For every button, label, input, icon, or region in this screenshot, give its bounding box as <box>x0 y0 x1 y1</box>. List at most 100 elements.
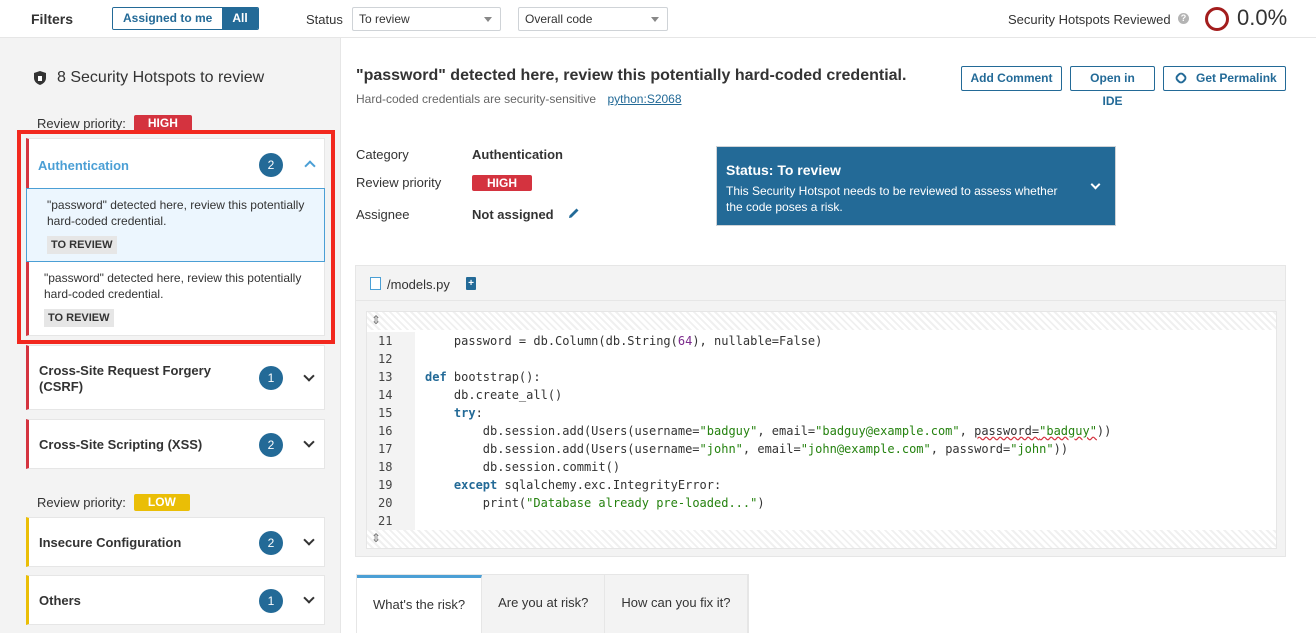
open-in-ide-button[interactable]: Open in IDE <box>1070 66 1155 108</box>
chevron-down-icon[interactable] <box>1090 179 1101 190</box>
get-permalink-label: Get Permalink <box>1196 71 1277 85</box>
code-snippet: ⇕ 11 password = db.Column(db.String(64),… <box>366 311 1277 549</box>
category-title: Insecure Configuration <box>39 535 182 550</box>
line-number: 17 <box>367 440 415 458</box>
line-number: 12 <box>367 350 415 368</box>
status-panel[interactable]: Status: To review This Security Hotspot … <box>716 146 1116 226</box>
line-number: 19 <box>367 476 415 494</box>
expand-icon: ⇕ <box>371 531 382 545</box>
status-description: This Security Hotspot needs to be review… <box>726 184 1058 214</box>
chevron-down-icon[interactable] <box>303 370 315 382</box>
all-button[interactable]: All <box>222 8 258 29</box>
line-source: except sqlalchemy.exc.IntegrityError: <box>453 478 722 492</box>
code-line: 11 password = db.Column(db.String(64), n… <box>367 332 1276 350</box>
status-select[interactable]: To review <box>352 7 501 31</box>
category-value: Authentication <box>472 147 563 162</box>
rule-description: Hard-coded credentials are security-sens… <box>356 92 597 106</box>
help-icon[interactable]: ? <box>1178 13 1189 24</box>
category-count: 2 <box>259 531 283 555</box>
line-source <box>415 350 425 368</box>
copy-icon[interactable]: + <box>466 277 476 290</box>
line-number: 14 <box>367 386 415 404</box>
line-source: print("Database already pre-loaded...") <box>425 496 765 510</box>
code-viewer: /models.py + ⇕ 11 password = db.Column(d… <box>355 265 1286 557</box>
hotspot-sidebar: 8 Security Hotspots to review Review pri… <box>0 38 341 633</box>
priority-low-row: Review priority: LOW <box>37 494 190 511</box>
code-scope-select[interactable]: Overall code <box>518 7 668 31</box>
chevron-down-icon[interactable] <box>303 436 315 448</box>
line-number: 11 <box>367 332 415 350</box>
status-title: Status: To review <box>726 162 841 178</box>
reviewed-percentage: 0.0% <box>1237 5 1288 30</box>
rule-link[interactable]: python:S2068 <box>607 92 681 106</box>
code-line: 12 <box>367 350 1276 368</box>
code-line: 16 db.session.add(Users(username="badguy… <box>367 422 1276 440</box>
tab-are-you-at-risk[interactable]: Are you at risk? <box>482 575 606 633</box>
pencil-icon[interactable] <box>568 207 580 219</box>
chevron-down-icon[interactable] <box>303 534 315 546</box>
get-permalink-button[interactable]: Get Permalink <box>1163 66 1286 91</box>
category-title: Cross-Site Scripting (XSS) <box>39 437 203 452</box>
filters-title: Filters <box>31 11 74 27</box>
expand-icon: ⇕ <box>371 313 382 327</box>
line-source: db.create_all() <box>425 388 563 402</box>
sidebar-heading: 8 Security Hotspots to review <box>33 69 264 87</box>
file-name: /models.py <box>387 277 450 292</box>
assignee-toggle: Assigned to me All <box>112 7 259 30</box>
category-title: Cross-Site Request Forgery (CSRF) <box>39 363 211 394</box>
category-title: Others <box>39 593 81 608</box>
line-number: 16 <box>367 422 415 440</box>
priority-low-badge: LOW <box>133 494 190 511</box>
category-count: 2 <box>259 433 283 457</box>
hotspot-title: "password" detected here, review this po… <box>356 67 907 84</box>
add-comment-button[interactable]: Add Comment <box>961 66 1062 91</box>
tab-how-can-you-fix-it[interactable]: How can you fix it? <box>605 575 748 633</box>
assignee-label: Assignee <box>356 207 410 222</box>
category-insecure-configuration[interactable]: Insecure Configuration 2 <box>26 517 325 567</box>
detail-tabs: What's the risk? Are you at risk? How ca… <box>356 574 749 633</box>
highlight-box <box>17 130 335 344</box>
chevron-down-icon <box>484 17 492 22</box>
code-line: 15 try: <box>367 404 1276 422</box>
category-count: 1 <box>259 366 283 390</box>
category-xss[interactable]: Cross-Site Scripting (XSS) 2 <box>26 419 325 469</box>
hotspot-detail: "password" detected here, review this po… <box>341 38 1316 633</box>
code-line: 19 except sqlalchemy.exc.IntegrityError: <box>367 476 1276 494</box>
filter-bar: Filters Assigned to me All Status To rev… <box>0 0 1316 38</box>
file-icon <box>370 277 381 290</box>
line-source: def bootstrap(): <box>425 370 541 384</box>
assigned-to-me-button[interactable]: Assigned to me <box>113 8 223 29</box>
expand-above[interactable]: ⇕ <box>367 312 1276 330</box>
tab-whats-the-risk[interactable]: What's the risk? <box>357 575 483 633</box>
chevron-down-icon[interactable] <box>303 592 315 604</box>
shield-icon <box>34 71 46 85</box>
line-number: 21 <box>367 512 415 530</box>
code-line: 13 def bootstrap(): <box>367 368 1276 386</box>
status-label: Status <box>306 12 343 27</box>
code-line: 14 db.create_all() <box>367 386 1276 404</box>
priority-label: Review priority: <box>37 495 126 510</box>
code-lines: 11 password = db.Column(db.String(64), n… <box>367 332 1276 530</box>
category-others[interactable]: Others 1 <box>26 575 325 625</box>
code-line: 17 db.session.add(Users(username="john",… <box>367 440 1276 458</box>
code-line: 18 db.session.commit() <box>367 458 1276 476</box>
hotspots-reviewed-label: Security Hotspots Reviewed <box>1008 12 1171 27</box>
review-priority-label: Review priority <box>356 175 442 190</box>
chevron-down-icon <box>651 17 659 22</box>
hotspot-subtitle: Hard-coded credentials are security-sens… <box>356 92 682 106</box>
line-source: db.session.commit() <box>425 460 621 474</box>
link-icon <box>1173 70 1189 86</box>
line-source: db.session.add(Users(username="badguy", … <box>425 424 1112 438</box>
category-csrf[interactable]: Cross-Site Request Forgery (CSRF) 1 <box>26 345 325 410</box>
file-header: /models.py + <box>356 266 1285 301</box>
code-line: 21 <box>367 512 1276 530</box>
code-scope-value: Overall code <box>525 12 593 26</box>
line-number: 18 <box>367 458 415 476</box>
expand-below[interactable]: ⇕ <box>367 530 1276 548</box>
line-source: password = db.Column(db.String(64), null… <box>425 334 823 348</box>
line-source: try: <box>453 406 483 420</box>
line-number: 13 <box>367 368 415 386</box>
assignee-value: Not assigned <box>472 207 554 222</box>
line-source <box>415 512 425 530</box>
category-count: 1 <box>259 589 283 613</box>
